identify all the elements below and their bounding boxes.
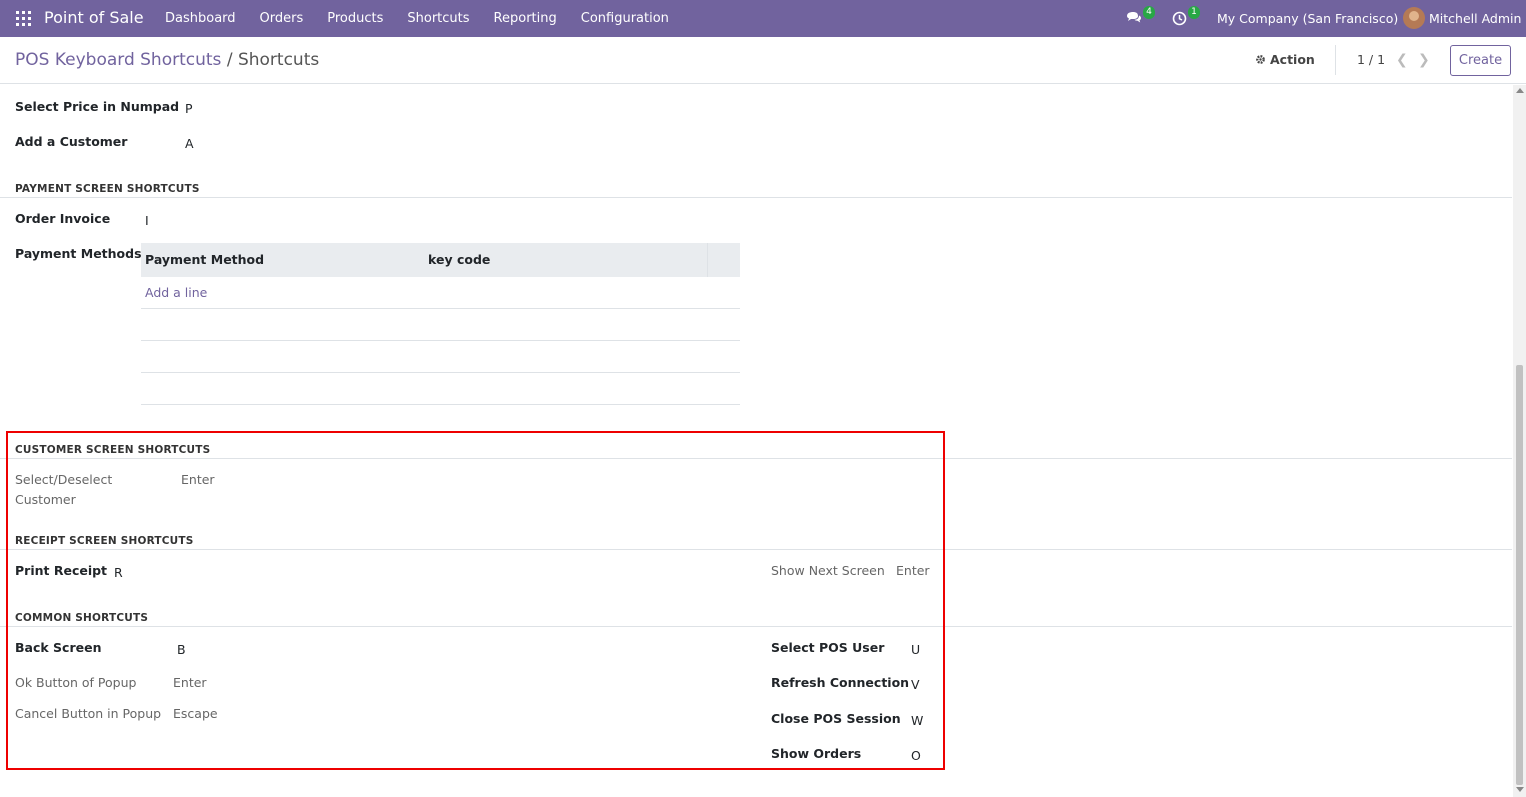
- column-header-key-code[interactable]: key code: [424, 243, 707, 277]
- app-grid-icon[interactable]: [16, 11, 31, 26]
- breadcrumb-current: Shortcuts: [237, 50, 320, 70]
- order-invoice-value[interactable]: I: [145, 213, 149, 228]
- scroll-up-arrow-icon[interactable]: [1516, 88, 1524, 93]
- menu-item-reporting[interactable]: Reporting: [482, 11, 569, 26]
- menu-item-orders[interactable]: Orders: [248, 11, 316, 26]
- table-row: [141, 309, 740, 341]
- chevron-right-icon[interactable]: ❯: [1418, 52, 1430, 68]
- breadcrumb: POS Keyboard Shortcuts / Shortcuts: [15, 50, 319, 70]
- activity-clock-icon[interactable]: [1172, 11, 1187, 26]
- top-navbar: Point of Sale Dashboard Orders Products …: [0, 0, 1526, 37]
- payment-methods-label: Payment Methods: [15, 246, 142, 261]
- menu-item-configuration[interactable]: Configuration: [569, 11, 681, 26]
- menu-item-dashboard[interactable]: Dashboard: [153, 11, 248, 26]
- table-header: Payment Method key code: [141, 243, 740, 277]
- menu-item-shortcuts[interactable]: Shortcuts: [395, 11, 481, 26]
- action-label: Action: [1270, 52, 1315, 67]
- gear-icon: [1256, 55, 1265, 64]
- payment-methods-table: Payment Method key code Add a line: [141, 243, 740, 405]
- payment-section-title: PAYMENT SCREEN SHORTCUTS: [15, 183, 200, 195]
- add-customer-label: Add a Customer: [15, 134, 128, 149]
- pager-value[interactable]: 1 / 1: [1357, 52, 1385, 67]
- company-switcher[interactable]: My Company (San Francisco): [1217, 11, 1398, 26]
- select-price-label: Select Price in Numpad: [15, 99, 180, 114]
- breadcrumb-separator: /: [226, 50, 233, 70]
- activities-count-badge: 1: [1188, 6, 1200, 19]
- menu-item-products[interactable]: Products: [315, 11, 395, 26]
- user-menu[interactable]: Mitchell Admin: [1429, 11, 1521, 26]
- column-header-actions: [707, 243, 740, 277]
- create-button[interactable]: Create: [1450, 45, 1511, 76]
- table-row: Add a line: [141, 277, 740, 309]
- user-avatar[interactable]: [1403, 7, 1425, 29]
- section-divider: [0, 197, 1512, 198]
- divider: [1335, 45, 1336, 75]
- chat-icon[interactable]: [1126, 11, 1142, 24]
- scroll-down-arrow-icon[interactable]: [1516, 787, 1524, 792]
- chevron-left-icon[interactable]: ❮: [1396, 52, 1408, 68]
- main-menu: Dashboard Orders Products Shortcuts Repo…: [153, 0, 681, 37]
- messages-count-badge: 4: [1143, 6, 1155, 19]
- table-row: [141, 341, 740, 373]
- breadcrumb-parent[interactable]: POS Keyboard Shortcuts: [15, 50, 221, 70]
- add-line-link[interactable]: Add a line: [141, 277, 740, 308]
- action-dropdown-button[interactable]: Action: [1255, 52, 1315, 67]
- vertical-scrollbar[interactable]: [1513, 85, 1526, 797]
- scrollbar-thumb[interactable]: [1516, 365, 1523, 785]
- control-panel: POS Keyboard Shortcuts / Shortcuts Actio…: [0, 37, 1526, 84]
- add-customer-value[interactable]: A: [185, 136, 194, 151]
- highlight-box: [6, 431, 945, 770]
- column-header-payment-method[interactable]: Payment Method: [141, 243, 424, 277]
- table-row: [141, 373, 740, 405]
- app-brand[interactable]: Point of Sale: [44, 8, 144, 27]
- select-price-value[interactable]: P: [185, 101, 193, 116]
- order-invoice-label: Order Invoice: [15, 211, 111, 226]
